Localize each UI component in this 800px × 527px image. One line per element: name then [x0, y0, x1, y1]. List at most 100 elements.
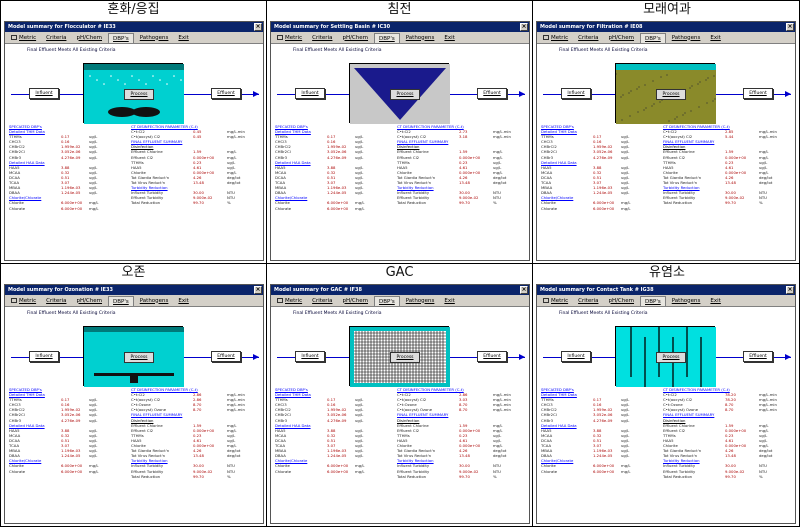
tab-exit[interactable]: Exit — [440, 33, 458, 43]
effluent-button[interactable]: Effluent — [211, 351, 241, 362]
tab-dbps[interactable]: DBP's — [374, 295, 400, 306]
process-unit: Process — [349, 326, 450, 387]
metric-icon — [277, 34, 283, 40]
close-icon[interactable]: × — [520, 286, 528, 294]
param-unit: % — [227, 200, 231, 206]
param-unit: % — [759, 473, 763, 479]
tab-criteria[interactable]: Criteria — [42, 33, 70, 43]
panel-cell: 혼화/응집 Model summary for Flocculator # IE3… — [1, 1, 267, 264]
param-value: 13.48 — [725, 453, 736, 459]
param-value: 4.276e-09 — [327, 154, 347, 160]
tab-exit[interactable]: Exit — [706, 33, 724, 43]
tab-pathogens[interactable]: Pathogens — [668, 33, 705, 43]
sand-grain-icon — [643, 109, 645, 111]
param-value: 1.244e-05 — [61, 190, 81, 196]
flow-arrow-icon — [519, 91, 525, 97]
tab-criteria[interactable]: Criteria — [574, 33, 602, 43]
tab-bar: Metric Criteria pH/Chem DBP's Pathogens Exit — [5, 295, 263, 307]
process-button[interactable]: Process — [124, 89, 154, 100]
tab-criteria[interactable]: Criteria — [574, 296, 602, 306]
effluent-button[interactable]: Effluent — [743, 351, 773, 362]
influent-button[interactable]: Influent — [29, 351, 59, 362]
sand-grain-icon — [659, 101, 661, 103]
tab-exit[interactable]: Exit — [174, 33, 192, 43]
tab-exit[interactable]: Exit — [706, 296, 724, 306]
close-icon[interactable]: × — [786, 23, 794, 31]
sand-grain-icon — [652, 80, 654, 82]
tab-pathogens[interactable]: Pathogens — [668, 296, 705, 306]
tab-exit[interactable]: Exit — [174, 296, 192, 306]
tab-criteria[interactable]: Criteria — [308, 296, 336, 306]
ozone-inlet-icon — [130, 373, 138, 383]
influent-button[interactable]: Influent — [561, 351, 591, 362]
tab-phchem[interactable]: pH/Chem — [338, 296, 372, 306]
param-unit: ug/L — [621, 417, 630, 423]
tab-dbps[interactable]: DBP's — [108, 295, 134, 306]
influent-button[interactable]: Influent — [561, 88, 591, 99]
metric-icon — [11, 297, 17, 303]
effluent-button[interactable]: Effluent — [743, 88, 773, 99]
param-unit: % — [759, 200, 763, 206]
tab-metric[interactable]: Metric — [539, 33, 572, 43]
tab-label: pH/Chem — [608, 297, 635, 304]
process-button[interactable]: Process — [656, 89, 686, 100]
process-button[interactable]: Process — [390, 352, 420, 363]
process-button[interactable]: Process — [124, 352, 154, 363]
process-diagram: Influent Effluent Process — [271, 318, 529, 396]
data-row: Chlorate 6.000e+00 mg/L — [275, 206, 393, 211]
close-icon[interactable]: × — [786, 286, 794, 294]
sand-grain-icon — [651, 105, 653, 107]
effluent-button[interactable]: Effluent — [477, 351, 507, 362]
param-unit: mg/L — [621, 468, 631, 474]
tab-phchem[interactable]: pH/Chem — [72, 296, 106, 306]
model-summary-window: Model summary for Filtration # IE08 × Metr… — [536, 21, 796, 261]
effluent-summary-column: CT DISINFECTION PARAMETER (C-t) C•t:Cl2 2.… — [397, 124, 527, 206]
param-value: 4.276e-09 — [593, 154, 613, 160]
bubble-icon — [166, 83, 168, 85]
tab-pathogens[interactable]: Pathogens — [136, 296, 173, 306]
tab-phchem[interactable]: pH/Chem — [604, 296, 638, 306]
param-name: Total Reduction — [663, 200, 693, 206]
tab-dbps[interactable]: DBP's — [640, 32, 666, 43]
close-icon[interactable]: × — [254, 23, 262, 31]
param-unit: % — [227, 473, 231, 479]
sand-grain-icon — [698, 106, 700, 108]
process-button[interactable]: Process — [656, 352, 686, 363]
tab-criteria[interactable]: Criteria — [42, 296, 70, 306]
influent-button[interactable]: Influent — [29, 88, 59, 99]
tab-metric[interactable]: Metric — [7, 296, 40, 306]
close-icon[interactable]: × — [520, 23, 528, 31]
influent-button[interactable]: Influent — [295, 351, 325, 362]
tab-pathogens[interactable]: Pathogens — [136, 33, 173, 43]
tab-metric[interactable]: Metric — [539, 296, 572, 306]
tab-phchem[interactable]: pH/Chem — [338, 33, 372, 43]
panel-heading: 모래여과 — [643, 2, 691, 17]
param-name: Chlorate — [9, 205, 26, 211]
effluent-button[interactable]: Effluent — [211, 88, 241, 99]
process-button[interactable]: Process — [390, 89, 420, 100]
param-name: CHBr3 — [9, 417, 22, 423]
tab-dbps[interactable]: DBP's — [108, 32, 134, 43]
param-unit: mg/L.min — [493, 407, 511, 413]
tab-metric[interactable]: Metric — [273, 296, 306, 306]
tab-dbps[interactable]: DBP's — [374, 32, 400, 43]
tab-metric[interactable]: Metric — [273, 33, 306, 43]
tab-metric[interactable]: Metric — [7, 33, 40, 43]
effluent-button[interactable]: Effluent — [477, 88, 507, 99]
tab-phchem[interactable]: pH/Chem — [72, 33, 106, 43]
tab-criteria[interactable]: Criteria — [308, 33, 336, 43]
tab-pathogens[interactable]: Pathogens — [402, 33, 439, 43]
tab-bar: Metric Criteria pH/Chem DBP's Pathogens Exit — [5, 32, 263, 44]
tab-label: Pathogens — [139, 34, 169, 41]
tab-exit[interactable]: Exit — [440, 296, 458, 306]
model-summary-window: Model summary for Flocculator # IE33 × Met… — [4, 21, 264, 261]
tab-phchem[interactable]: pH/Chem — [604, 33, 638, 43]
close-icon[interactable]: × — [254, 286, 262, 294]
model-summary-window: Model summary for Ozonation # IE33 × Metri… — [4, 284, 264, 524]
baffle-icon — [686, 327, 688, 377]
tab-label: pH/Chem — [342, 297, 369, 304]
tab-pathogens[interactable]: Pathogens — [402, 296, 439, 306]
influent-button[interactable]: Influent — [295, 88, 325, 99]
tab-dbps[interactable]: DBP's — [640, 295, 666, 306]
tab-label: Metric — [285, 34, 303, 41]
